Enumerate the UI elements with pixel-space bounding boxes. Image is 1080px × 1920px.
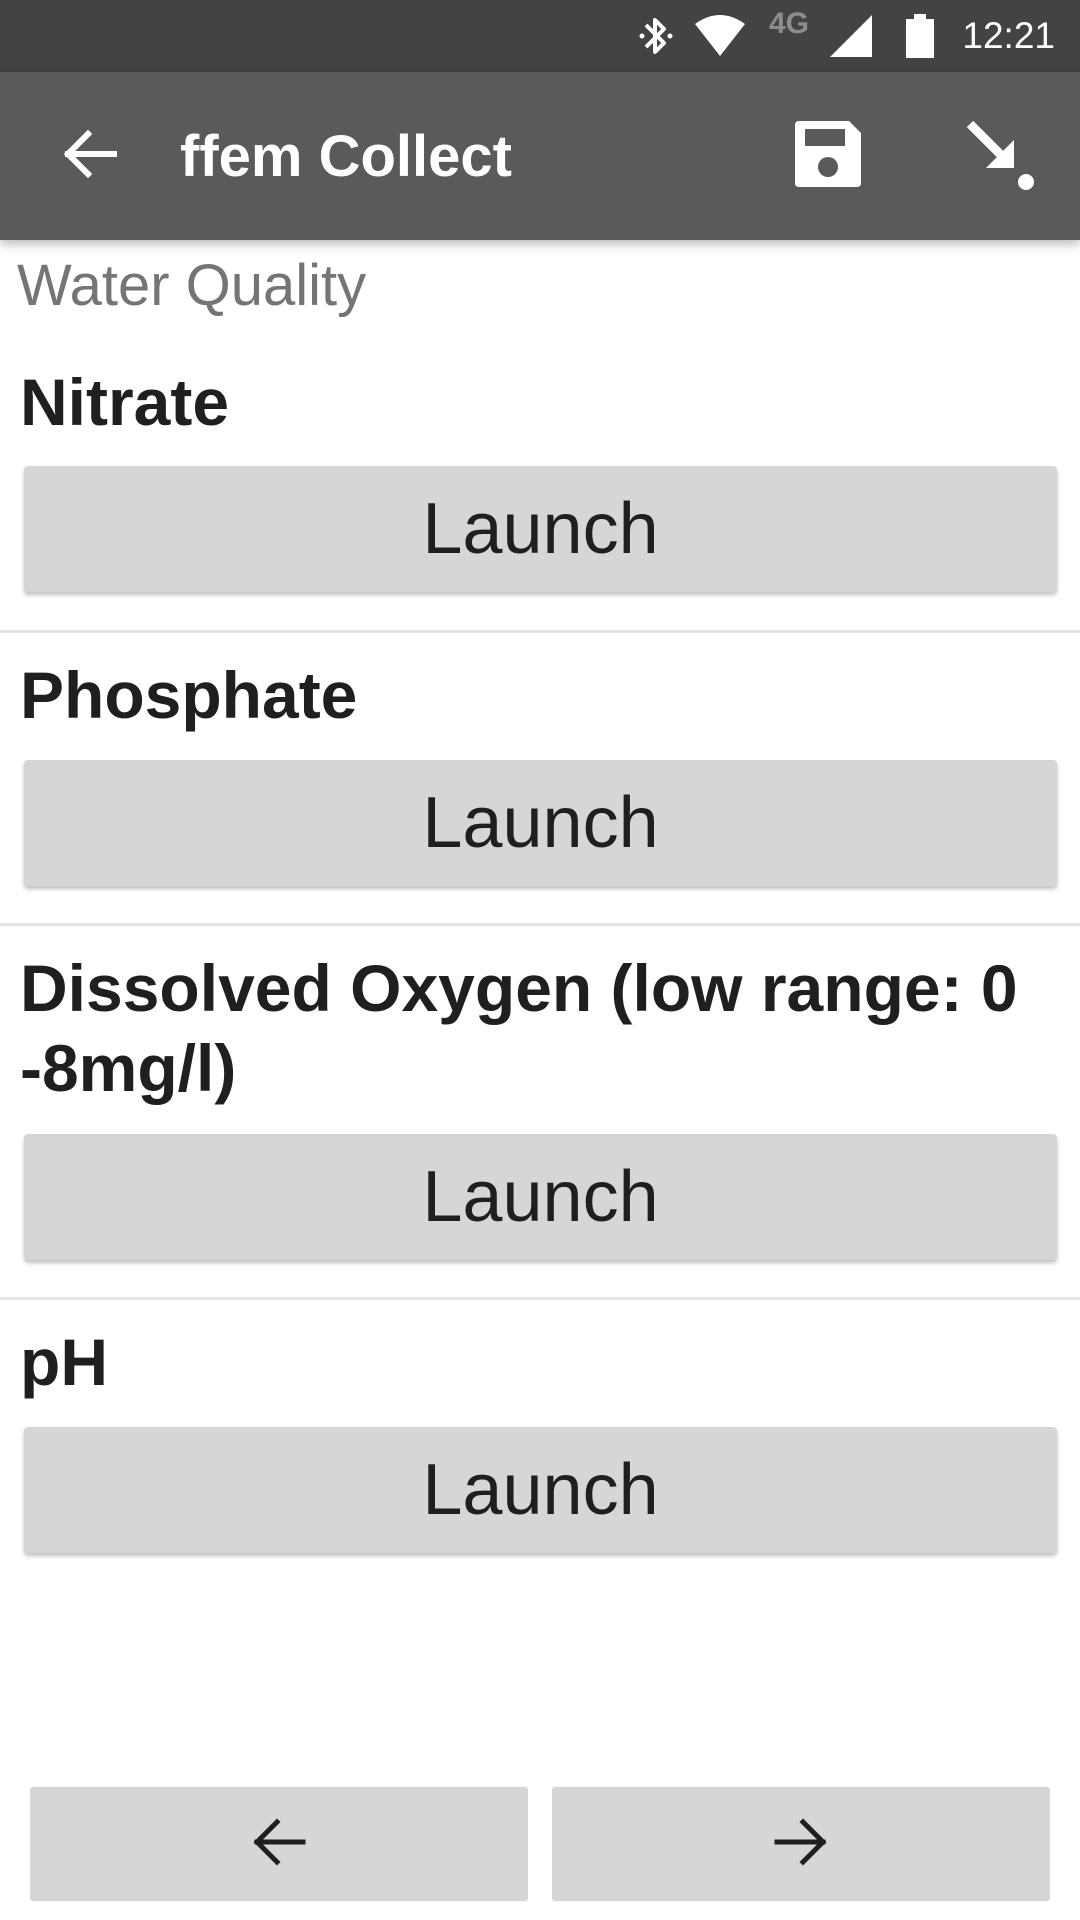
back-button[interactable]: [40, 106, 140, 206]
arrow-right-icon: [773, 1817, 829, 1872]
battery-icon: [900, 0, 940, 72]
finalize-button[interactable]: [950, 106, 1050, 206]
question-label: Nitrate: [20, 365, 230, 439]
question-label: Phosphate: [20, 658, 358, 732]
wifi-icon: [690, 0, 750, 72]
question-label: Dissolved Oxygen (low range: 0 -8mg/l): [20, 951, 1018, 1105]
launch-button[interactable]: Launch: [24, 466, 1057, 592]
next-button[interactable]: [552, 1787, 1050, 1901]
save-button[interactable]: [778, 106, 878, 206]
divider: [0, 923, 1080, 926]
save-icon: [791, 117, 865, 196]
app-bar: ffem Collect: [0, 72, 1080, 240]
bluetooth-icon: [628, 0, 684, 72]
launch-button[interactable]: Launch: [24, 760, 1057, 886]
clock-time: 12:21: [962, 15, 1055, 56]
status-bar: 4G 12:21: [0, 0, 1080, 72]
group-label: Water Quality: [17, 253, 367, 318]
app-title: ffem Collect: [180, 123, 512, 189]
launch-button[interactable]: Launch: [24, 1134, 1057, 1260]
question-label: pH: [20, 1325, 108, 1399]
back-arrow-icon: [62, 129, 118, 184]
divider: [0, 1297, 1080, 1300]
network-type-label: 4G: [768, 7, 810, 40]
launch-button[interactable]: Launch: [24, 1427, 1057, 1553]
finalize-icon: [962, 116, 1038, 197]
previous-button[interactable]: [30, 1787, 528, 1901]
cell-signal-icon: [826, 0, 876, 72]
divider: [0, 630, 1080, 633]
arrow-left-icon: [251, 1817, 307, 1872]
